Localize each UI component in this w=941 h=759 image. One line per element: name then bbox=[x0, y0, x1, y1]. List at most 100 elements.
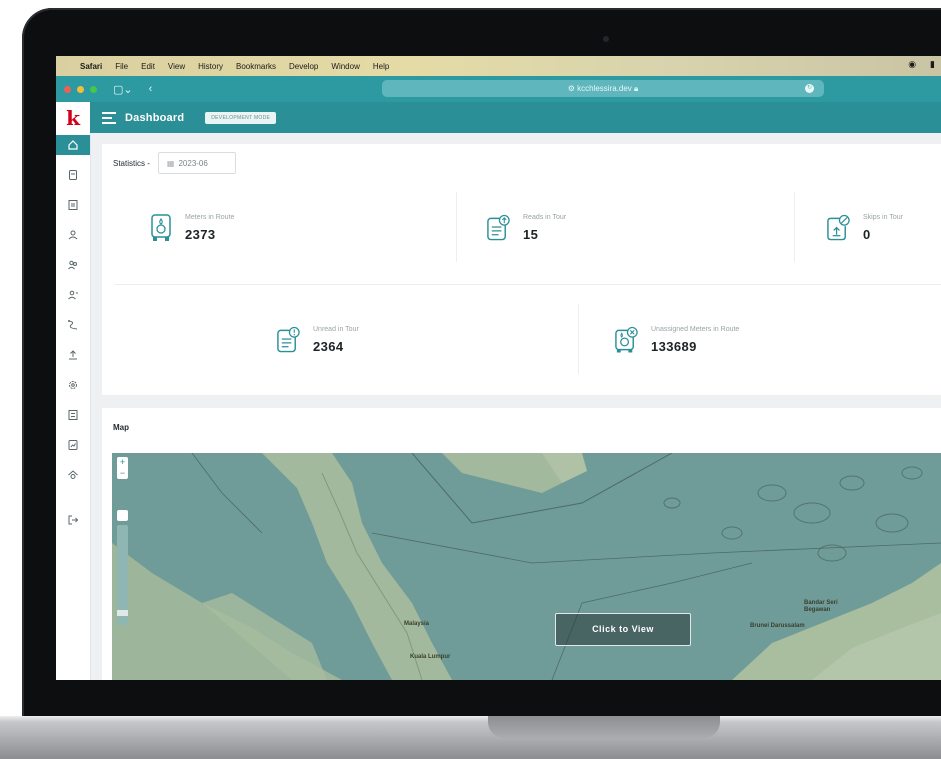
meter-icon bbox=[148, 214, 173, 242]
calendar-icon: ▦ bbox=[166, 158, 175, 168]
menu-history[interactable]: History bbox=[198, 62, 223, 71]
zoom-window-button[interactable] bbox=[90, 85, 97, 93]
sidebar-toggle-icon[interactable]: ▢⌄ bbox=[113, 83, 133, 96]
stats-row-divider bbox=[114, 284, 941, 285]
address-bar[interactable]: ⚙ kcchlessira.dev 🔒︎ ↻ bbox=[382, 80, 824, 97]
stat-meters-in-route: Meters in Route 2373 bbox=[148, 214, 234, 242]
menu-bookmarks[interactable]: Bookmarks bbox=[236, 62, 276, 71]
menu-develop[interactable]: Develop bbox=[289, 62, 318, 71]
sidebar-item-system[interactable] bbox=[56, 465, 90, 485]
stat-label: Unassigned Meters in Route bbox=[651, 326, 740, 333]
month-picker-value: 2023-06 bbox=[178, 158, 208, 168]
sidebar-item-user[interactable] bbox=[56, 225, 90, 245]
menubar-status-area: ◉ ▮ bbox=[908, 59, 935, 70]
laptop-base-lip bbox=[0, 716, 941, 722]
gear-home-icon bbox=[68, 470, 78, 479]
menu-help[interactable]: Help bbox=[373, 62, 389, 71]
stat-reads-in-tour: Reads in Tour 15 bbox=[486, 214, 566, 242]
laptop-base bbox=[0, 716, 941, 759]
sidebar-item-meters[interactable] bbox=[56, 165, 90, 185]
read-doc-icon bbox=[486, 214, 511, 242]
map-label-kuala-lumpur: Kuala Lumpur bbox=[410, 654, 451, 660]
route-icon bbox=[68, 320, 78, 330]
map-label-brunei: Brunei Darussalam bbox=[750, 623, 805, 629]
stat-unassigned-meters-in-route: Unassigned Meters in Route 133689 bbox=[614, 326, 739, 354]
hamburger-menu-icon[interactable] bbox=[102, 111, 116, 124]
map-zoom-slider[interactable] bbox=[117, 525, 128, 625]
stat-label: Reads in Tour bbox=[523, 214, 567, 221]
map-layers-icon[interactable] bbox=[117, 510, 128, 521]
site-settings-icon[interactable]: ⚙ bbox=[568, 84, 575, 93]
month-picker[interactable]: ▦ 2023-06 bbox=[157, 152, 236, 174]
close-window-button[interactable] bbox=[64, 85, 71, 93]
sidebar-item-group[interactable] bbox=[56, 285, 90, 305]
menu-view[interactable]: View bbox=[168, 62, 185, 71]
stat-label: Skips in Tour bbox=[863, 214, 903, 221]
sidebar-item-logout[interactable] bbox=[56, 510, 90, 530]
zoom-slider-knob[interactable] bbox=[117, 610, 128, 616]
stat-label: Unread in Tour bbox=[313, 326, 359, 333]
stat-label: Meters in Route bbox=[185, 214, 235, 221]
list-icon bbox=[68, 410, 78, 420]
macos-menubar: Safari File Edit View History Bookmarks … bbox=[56, 56, 941, 76]
window-controls bbox=[64, 85, 97, 93]
map-label-malaysia: Malaysia bbox=[404, 621, 430, 627]
stat-divider bbox=[456, 192, 457, 262]
map-view[interactable]: + − Malaysia Kuala Lumpur Brunei Darussa… bbox=[112, 453, 941, 680]
menu-edit[interactable]: Edit bbox=[141, 62, 155, 71]
home-icon bbox=[68, 140, 78, 150]
page-title: Dashboard bbox=[125, 111, 185, 124]
menubar-status-icon[interactable]: ◉ bbox=[908, 59, 916, 70]
click-to-view-button[interactable]: Click to View bbox=[555, 613, 691, 646]
menu-window[interactable]: Window bbox=[331, 62, 359, 71]
zoom-out-button[interactable]: − bbox=[117, 468, 128, 479]
document-icon bbox=[68, 200, 78, 210]
unread-doc-icon bbox=[276, 326, 301, 354]
reload-icon[interactable]: ↻ bbox=[805, 84, 814, 93]
safari-toolbar: ▢⌄ ‹ ⚙ kcchlessira.dev 🔒︎ ↻ bbox=[56, 76, 941, 102]
map-zoom-control: + − bbox=[117, 457, 128, 479]
menu-safari[interactable]: Safari bbox=[80, 62, 102, 71]
meter-icon bbox=[69, 170, 77, 180]
sidebar-item-home[interactable] bbox=[56, 135, 90, 155]
stat-value: 2364 bbox=[313, 339, 344, 354]
logout-icon bbox=[68, 515, 79, 525]
lock-icon: 🔒︎ bbox=[634, 84, 639, 93]
stat-unread-in-tour: Unread in Tour 2364 bbox=[276, 326, 359, 354]
statistics-card: Statistics - ▦ 2023-06 Meters in Route 2… bbox=[102, 144, 941, 395]
main-content: Statistics - ▦ 2023-06 Meters in Route 2… bbox=[102, 144, 941, 680]
skip-icon bbox=[826, 214, 851, 242]
app-header: k Dashboard DEVELOPMENT MODE bbox=[56, 102, 941, 133]
map-label-bandar-seri-begawan: Bandar Seri Begawan bbox=[804, 600, 838, 613]
environment-badge: DEVELOPMENT MODE bbox=[205, 111, 277, 124]
menu-file[interactable]: File bbox=[115, 62, 128, 71]
laptop-opening-notch bbox=[488, 716, 720, 738]
sidebar-item-settings[interactable] bbox=[56, 375, 90, 395]
report-icon bbox=[68, 440, 78, 450]
stat-divider bbox=[794, 192, 795, 262]
sidebar-item-upload[interactable] bbox=[56, 345, 90, 365]
upload-icon bbox=[69, 350, 77, 360]
sidebar-item-routes[interactable] bbox=[56, 315, 90, 335]
laptop-camera bbox=[603, 36, 609, 42]
map-tiles bbox=[112, 453, 941, 680]
minimize-window-button[interactable] bbox=[77, 85, 84, 93]
settings-icon bbox=[69, 381, 77, 389]
user-icon bbox=[68, 230, 78, 240]
laptop-screen: Safari File Edit View History Bookmarks … bbox=[56, 56, 941, 680]
sidebar-item-reports[interactable] bbox=[56, 435, 90, 455]
stat-divider bbox=[578, 304, 579, 374]
group-icon bbox=[68, 290, 78, 300]
sidebar-item-documents[interactable] bbox=[56, 195, 90, 215]
sidebar-item-list[interactable] bbox=[56, 405, 90, 425]
sidebar-item-users[interactable] bbox=[56, 255, 90, 275]
menubar-extra-icon[interactable]: ▮ bbox=[930, 59, 935, 70]
app-logo[interactable]: k bbox=[56, 102, 90, 133]
zoom-in-button[interactable]: + bbox=[117, 457, 128, 468]
stat-value: 15 bbox=[523, 227, 539, 242]
statistics-label: Statistics - bbox=[113, 158, 150, 168]
users-icon bbox=[68, 260, 77, 270]
stat-value: 2373 bbox=[185, 227, 216, 242]
map-card: Map + − Malaysia Kuala Lumpur Brunei Dar… bbox=[102, 408, 941, 680]
back-chevron-icon[interactable]: ‹ bbox=[149, 83, 153, 95]
